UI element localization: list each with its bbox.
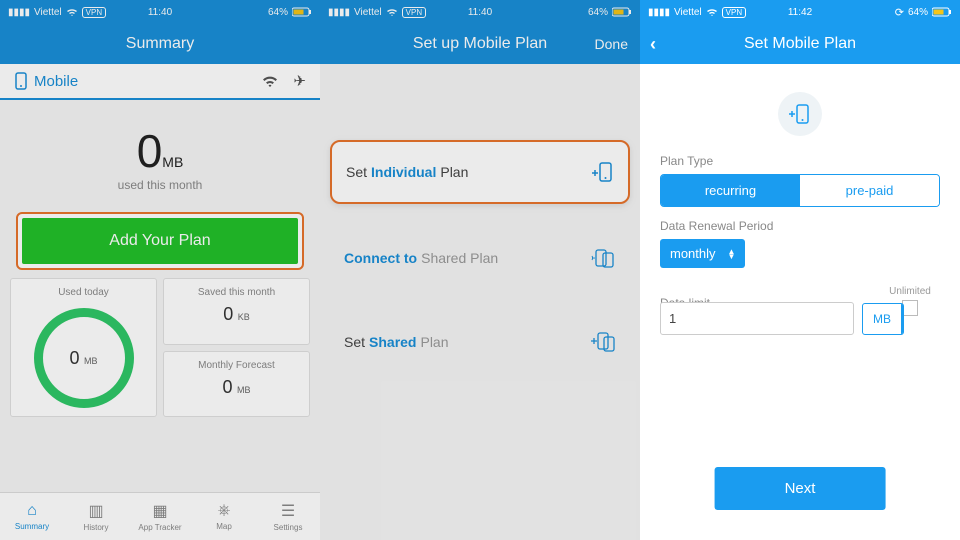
carrier-label: Viettel xyxy=(674,7,702,18)
renewal-label: Data Renewal Period xyxy=(660,219,940,233)
renewal-select[interactable]: monthly ▲▼ xyxy=(660,239,745,268)
navbar: ‹ Set Mobile Plan xyxy=(640,24,960,64)
back-button[interactable]: ‹ xyxy=(650,34,656,55)
battery-icon xyxy=(932,7,952,18)
battery-pct: 64% xyxy=(268,7,288,18)
saved-title: Saved this month xyxy=(170,287,303,298)
usage-value: 0 xyxy=(137,125,163,177)
vpn-badge: VPN xyxy=(82,7,106,18)
connect-shared-icon xyxy=(590,246,616,270)
navbar: Set up Mobile Plan Done xyxy=(320,24,640,64)
phone-icon xyxy=(14,72,28,90)
tab-history[interactable]: ▥History xyxy=(64,493,128,540)
unlimited-label: Unlimited xyxy=(889,286,931,297)
carrier-label: Viettel xyxy=(34,7,62,18)
chevron-updown-icon: ▲▼ xyxy=(728,249,736,259)
plan-type-prepaid[interactable]: pre-paid xyxy=(800,175,939,206)
plan-type-recurring[interactable]: recurring xyxy=(661,175,800,206)
forecast-value: 0 xyxy=(223,377,233,397)
home-icon: ⌂ xyxy=(27,502,37,520)
unit-mb[interactable]: MB xyxy=(863,304,901,334)
battery-icon xyxy=(292,7,312,18)
screen-set-mobile-plan: ▮▮▮▮ Viettel VPN 11:42 ⟳ 64% ‹ Set Mobil… xyxy=(640,0,960,540)
usage-summary: 0MB used this month xyxy=(0,100,320,202)
battery-pct: 64% xyxy=(908,7,928,18)
unit-segment: MB GB xyxy=(862,303,904,335)
pin-icon: ⎈ xyxy=(218,502,231,520)
plan-connect-shared-row[interactable]: Connect to Shared Plan xyxy=(330,228,630,288)
navbar: Summary xyxy=(0,24,320,64)
battery-icon xyxy=(612,7,632,18)
next-button[interactable]: Next xyxy=(715,467,886,510)
vpn-badge: VPN xyxy=(722,7,746,18)
data-limit-input[interactable] xyxy=(660,302,854,335)
page-title: Summary xyxy=(126,35,194,53)
wifi-icon xyxy=(706,7,718,18)
page-title: Set up Mobile Plan xyxy=(413,35,547,53)
saved-card[interactable]: Saved this month 0 KB xyxy=(163,278,310,345)
page-title: Set Mobile Plan xyxy=(744,35,856,53)
screen-setup-plan: ▮▮▮▮ Viettel VPN 11:40 64% Set up Mobile… xyxy=(320,0,640,540)
saved-unit: KB xyxy=(238,312,250,322)
vpn-badge: VPN xyxy=(402,7,426,18)
plan-shared-row[interactable]: Set Shared Plan xyxy=(330,312,630,372)
shared-icon xyxy=(590,330,616,354)
wifi-tab-icon[interactable] xyxy=(261,72,279,90)
bars-icon: ▥ xyxy=(88,501,103,521)
forecast-card[interactable]: Monthly Forecast 0 MB xyxy=(163,351,310,418)
signal-icon: ▮▮▮▮ xyxy=(8,7,30,18)
used-today-value: 0 xyxy=(70,348,80,368)
used-today-title: Used today xyxy=(58,287,109,298)
usage-unit: MB xyxy=(162,154,183,170)
bottom-tabbar: ⌂Summary ▥History ▦App Tracker ⎈Map ☰Set… xyxy=(0,492,320,540)
plan-type-label: Plan Type xyxy=(660,154,940,168)
wifi-icon xyxy=(386,7,398,18)
tab-mobile-label: Mobile xyxy=(34,73,78,90)
plan-form: Plan Type recurring pre-paid Data Renewa… xyxy=(640,64,960,335)
used-today-unit: MB xyxy=(84,356,98,366)
list-icon: ☰ xyxy=(281,501,295,521)
signal-icon: ▮▮▮▮ xyxy=(328,7,350,18)
tab-map[interactable]: ⎈Map xyxy=(192,493,256,540)
forecast-title: Monthly Forecast xyxy=(170,360,303,371)
status-bar: ▮▮▮▮ Viettel VPN 11:42 ⟳ 64% xyxy=(640,0,960,24)
unlimited-checkbox[interactable] xyxy=(902,300,918,316)
add-plan-highlight: Add Your Plan xyxy=(16,212,304,270)
saved-value: 0 xyxy=(223,304,233,324)
tab-mobile[interactable]: Mobile xyxy=(14,72,78,90)
status-bar: ▮▮▮▮ Viettel VPN 11:40 64% xyxy=(320,0,640,24)
renewal-value: monthly xyxy=(670,246,716,261)
grid-icon: ▦ xyxy=(152,501,167,521)
carrier-label: Viettel xyxy=(354,7,382,18)
unit-gb[interactable]: GB xyxy=(901,304,904,334)
used-today-card[interactable]: Used today 0 MB xyxy=(10,278,157,417)
tab-summary[interactable]: ⌂Summary xyxy=(0,493,64,540)
roaming-tab-icon[interactable]: ✈ xyxy=(293,72,306,90)
used-today-ring: 0 MB xyxy=(34,308,134,408)
plan-individual-row[interactable]: Set Individual Plan xyxy=(330,140,630,204)
category-tabs: Mobile ✈ xyxy=(0,64,320,100)
add-phone-icon xyxy=(590,160,614,184)
tab-apptracker[interactable]: ▦App Tracker xyxy=(128,493,192,540)
forecast-unit: MB xyxy=(237,385,251,395)
plan-type-segment: recurring pre-paid xyxy=(660,174,940,207)
done-button[interactable]: Done xyxy=(595,36,628,52)
sync-icon: ⟳ xyxy=(895,6,904,19)
stats-grid: Used today 0 MB Saved this month 0 KB Mo… xyxy=(0,270,320,417)
tab-settings[interactable]: ☰Settings xyxy=(256,493,320,540)
status-bar: ▮▮▮▮ Viettel VPN 11:40 64% xyxy=(0,0,320,24)
plan-header-icon xyxy=(660,92,940,136)
screen-summary: ▮▮▮▮ Viettel VPN 11:40 64% Summary Mobil… xyxy=(0,0,320,540)
wifi-icon xyxy=(66,7,78,18)
battery-pct: 64% xyxy=(588,7,608,18)
signal-icon: ▮▮▮▮ xyxy=(648,7,670,18)
usage-subtitle: used this month xyxy=(0,178,320,192)
add-plan-button[interactable]: Add Your Plan xyxy=(22,218,298,264)
